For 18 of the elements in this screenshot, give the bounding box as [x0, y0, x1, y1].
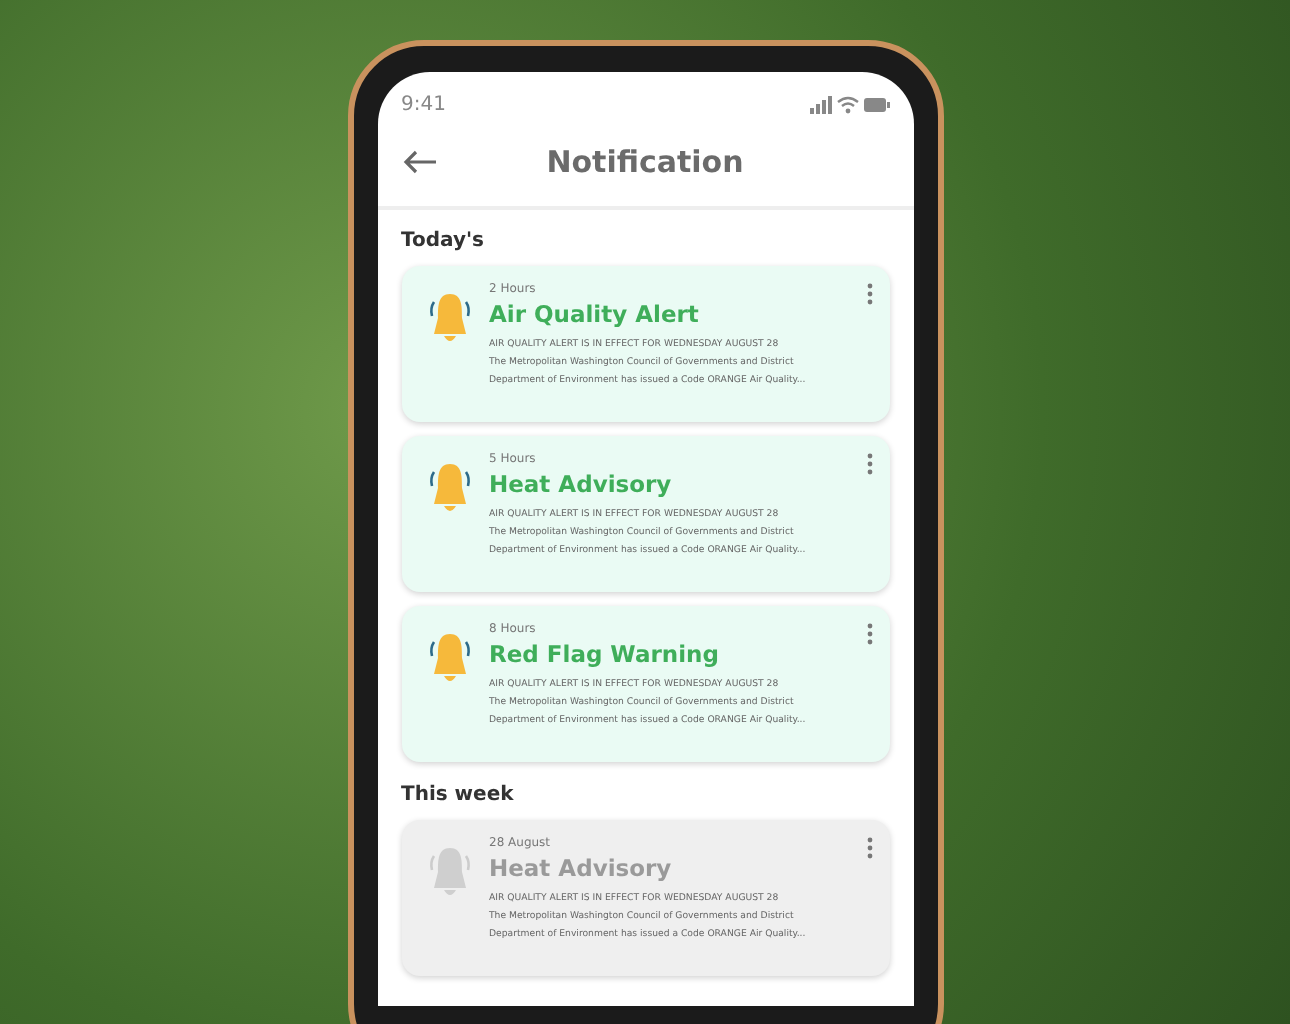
notification-title: Red Flag Warning — [489, 640, 721, 668]
notification-card[interactable] — [401, 606, 889, 762]
back-arrow-icon[interactable] — [401, 150, 437, 174]
status-time: 9:41 — [401, 93, 446, 115]
section-heading: This week — [401, 784, 516, 806]
notification-title: Air Quality Alert — [489, 300, 701, 328]
more-options-icon[interactable] — [865, 836, 873, 860]
more-options-icon[interactable] — [865, 452, 873, 476]
section-heading: Today's — [401, 230, 486, 252]
screen-title: Notification — [544, 144, 746, 180]
notification-title: Heat Advisory — [489, 854, 674, 882]
notification-title: Heat Advisory — [489, 470, 674, 498]
more-options-icon[interactable] — [865, 282, 873, 306]
status-icons — [809, 95, 889, 113]
more-options-icon[interactable] — [865, 622, 873, 646]
notification-card[interactable] — [401, 820, 889, 976]
notification-card[interactable] — [401, 436, 889, 592]
notification-card[interactable] — [401, 266, 889, 422]
